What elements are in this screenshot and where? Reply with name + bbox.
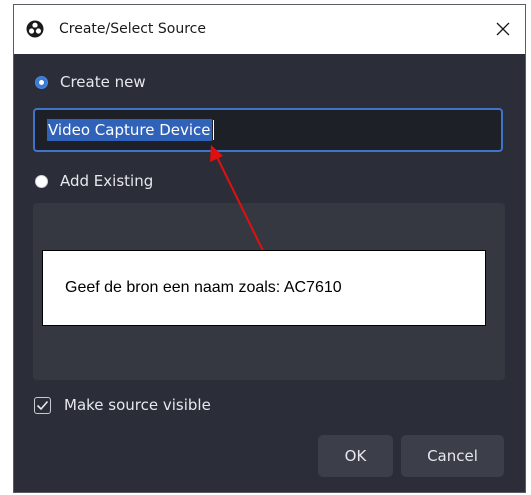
ok-button[interactable]: OK [318, 435, 393, 477]
text-caret [212, 120, 214, 140]
dialog-title: Create/Select Source [59, 21, 206, 37]
add-existing-label: Add Existing [60, 172, 154, 190]
create-new-option[interactable]: Create new [35, 72, 146, 92]
create-new-radio[interactable] [35, 75, 48, 89]
annotation-callout: Geef de bron een naam zoals: AC7610 [42, 250, 486, 326]
make-visible-checkbox[interactable] [34, 396, 51, 414]
make-visible-label: Make source visible [64, 396, 211, 414]
create-new-label: Create new [60, 73, 146, 91]
close-button[interactable] [489, 15, 517, 43]
cancel-button[interactable]: Cancel [401, 435, 504, 477]
source-name-input[interactable]: Video Capture Device [33, 108, 503, 152]
obs-logo-icon [26, 20, 44, 38]
add-existing-radio[interactable] [35, 174, 48, 188]
create-select-source-dialog: Create/Select Source Create new Video Ca… [13, 4, 526, 493]
make-visible-option[interactable]: Make source visible [34, 395, 211, 415]
title-bar: Create/Select Source [14, 5, 525, 54]
callout-text: Geef de bron een naam zoals: AC7610 [65, 279, 342, 296]
checkmark-icon [36, 400, 49, 410]
source-name-value: Video Capture Device [47, 119, 212, 141]
add-existing-option[interactable]: Add Existing [35, 171, 153, 191]
close-icon [496, 22, 510, 36]
